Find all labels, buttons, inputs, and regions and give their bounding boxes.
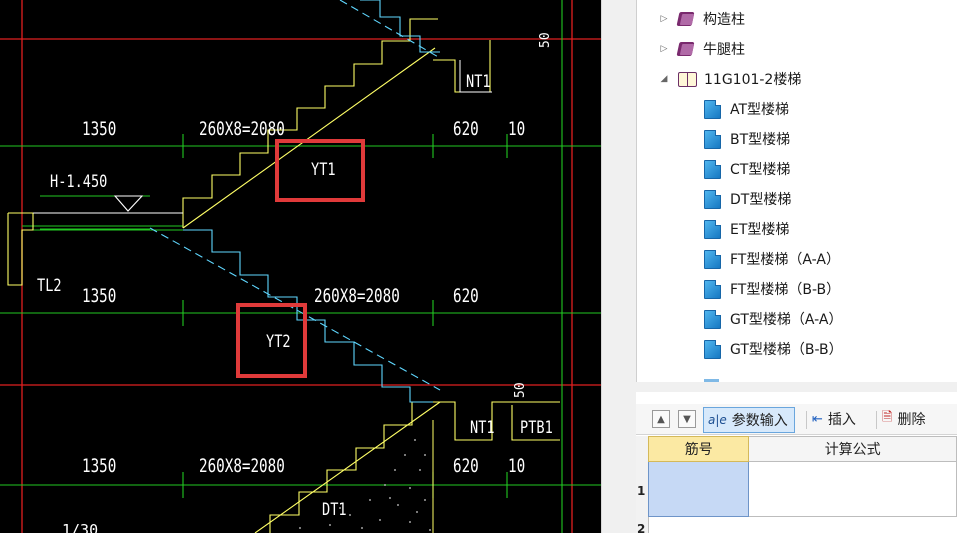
- document-icon: [704, 219, 721, 239]
- param-input-icon: a|e: [708, 413, 727, 427]
- tree-item-ft-aa[interactable]: FT型楼梯（A-A）: [704, 245, 840, 273]
- dim-stairs-row2: 260X8=2080: [314, 285, 400, 307]
- rebar-grid-panel: ▲ ▼ a|e 参数输入 ⇤ 插入 🗎 删除 1 2 筋号 计算公式: [636, 392, 957, 536]
- dim-bottom-partial: 1/30: [62, 521, 99, 533]
- tree-item-label: FT型楼梯（A-A）: [730, 252, 840, 268]
- column-header-formula[interactable]: 计算公式: [748, 436, 957, 462]
- ptb1-label: PTB1: [520, 418, 553, 438]
- param-input-button[interactable]: a|e 参数输入: [703, 407, 795, 433]
- dim-1350-row3: 1350: [82, 455, 117, 477]
- delete-label: 删除: [897, 412, 926, 428]
- tree-item-label: GT型楼梯（A-A）: [730, 312, 843, 328]
- document-icon: [704, 249, 721, 269]
- cell-rebar-no[interactable]: [647, 461, 750, 517]
- arrow-up-icon: ▲: [652, 410, 670, 428]
- tl2-label: TL2: [37, 276, 62, 296]
- yt1-label: YT1: [311, 160, 336, 180]
- nt1-label-bottom: NT1: [470, 418, 495, 438]
- tree-item-label: BT型楼梯: [730, 132, 791, 148]
- tree-item-label: AT型楼梯: [730, 102, 790, 118]
- dim-1350-row2: 1350: [82, 285, 117, 307]
- document-icon: [704, 129, 721, 149]
- tree-item-niutuizhu[interactable]: ▷ 牛腿柱: [657, 35, 745, 63]
- book-icon: [676, 11, 696, 28]
- tree-item-label: 11G101-2楼梯: [704, 72, 802, 88]
- yt2-highlight-box: YT2: [236, 303, 307, 378]
- panel-splitter[interactable]: [601, 0, 637, 533]
- dim-stairs-row1: 260X8=2080: [199, 118, 285, 140]
- column-header-rebar-no[interactable]: 筋号: [647, 436, 750, 462]
- document-icon: [704, 159, 721, 179]
- insert-icon: ⇤: [812, 411, 823, 427]
- elevation-label: H-1.450: [50, 172, 108, 192]
- dim-stairs-row3: 260X8=2080: [199, 455, 285, 477]
- delete-icon: 🗎: [882, 410, 893, 425]
- document-icon: [704, 339, 721, 359]
- expand-arrow-icon[interactable]: ▷: [657, 44, 671, 54]
- param-input-label: 参数输入: [731, 413, 788, 429]
- tree-item-at[interactable]: AT型楼梯: [704, 95, 789, 123]
- dt1-label: DT1: [322, 500, 347, 520]
- delete-button[interactable]: 🗎 删除: [882, 407, 925, 431]
- tree-item-label: FT型楼梯（B-B）: [730, 282, 841, 298]
- collapse-arrow-icon[interactable]: ◢: [657, 74, 671, 84]
- grid-toolbar: ▲ ▼ a|e 参数输入 ⇤ 插入 🗎 删除: [636, 404, 957, 435]
- yt2-label: YT2: [266, 332, 291, 352]
- dim-620-row2: 620: [453, 285, 479, 307]
- dim-620-row1: 620: [453, 118, 479, 140]
- tree-item-label: ET型楼梯: [730, 222, 790, 238]
- tree-item-label: 牛腿柱: [703, 42, 745, 58]
- stair-drawing-lines: [0, 0, 601, 533]
- document-icon: [704, 279, 721, 299]
- tree-item-partial: [704, 372, 814, 382]
- document-icon: [704, 189, 721, 209]
- row-number: 2: [637, 522, 646, 536]
- tree-item-bt[interactable]: BT型楼梯: [704, 125, 790, 153]
- tree-item-label: GT型楼梯（B-B）: [730, 342, 843, 358]
- open-book-icon: [677, 71, 697, 87]
- expand-arrow-icon[interactable]: ▷: [657, 14, 671, 24]
- yt1-highlight-box: YT1: [275, 139, 365, 202]
- toolbar-separator: [806, 411, 807, 429]
- component-tree: ▷ 构造柱 ▷ 牛腿柱 ◢ 11G101-2楼梯 AT型楼梯 BT型楼梯 CT型…: [636, 0, 957, 382]
- nt1-label-top: NT1: [466, 72, 491, 92]
- tree-item-dt[interactable]: DT型楼梯: [704, 185, 791, 213]
- dim-1350-row1: 1350: [82, 118, 117, 140]
- tree-item-label: DT型楼梯: [730, 192, 792, 208]
- dim-10-row1: 10: [508, 118, 526, 140]
- arrow-down-icon: ▼: [678, 410, 696, 428]
- tree-item-label: 构造柱: [703, 12, 745, 28]
- insert-label: 插入: [827, 412, 856, 428]
- row-number: 1: [637, 484, 646, 498]
- dim-50-mid: 50: [513, 382, 528, 398]
- tree-item-gouzaozhu[interactable]: ▷ 构造柱: [657, 5, 745, 33]
- tree-item-ft-bb[interactable]: FT型楼梯（B-B）: [704, 275, 840, 303]
- tree-item-label: CT型楼梯: [730, 162, 791, 178]
- tree-item-gt-aa[interactable]: GT型楼梯（A-A）: [704, 305, 843, 333]
- insert-button[interactable]: ⇤ 插入: [812, 407, 856, 431]
- dim-620-row3: 620: [453, 455, 479, 477]
- cad-drawing-canvas[interactable]: 1350 260X8=2080 620 10 1350 260X8=2080 6…: [0, 0, 601, 533]
- tree-item-11g101-2[interactable]: ◢ 11G101-2楼梯: [657, 65, 801, 93]
- tree-item-et[interactable]: ET型楼梯: [704, 215, 789, 243]
- dim-50-top: 50: [538, 32, 553, 48]
- move-up-button[interactable]: ▲: [652, 407, 670, 431]
- book-icon: [676, 41, 696, 58]
- tree-item-ct[interactable]: CT型楼梯: [704, 155, 790, 183]
- toolbar-separator: [876, 411, 877, 429]
- move-down-button[interactable]: ▼: [678, 407, 696, 431]
- rebar-table: 筋号 计算公式: [647, 436, 957, 517]
- table-row: [647, 461, 957, 517]
- document-icon: [704, 309, 721, 329]
- tree-item-gt-bb[interactable]: GT型楼梯（B-B）: [704, 335, 843, 363]
- panel-gap: [636, 382, 957, 392]
- document-icon: [704, 99, 721, 119]
- cell-formula[interactable]: [748, 461, 957, 517]
- dim-10-row3: 10: [508, 455, 526, 477]
